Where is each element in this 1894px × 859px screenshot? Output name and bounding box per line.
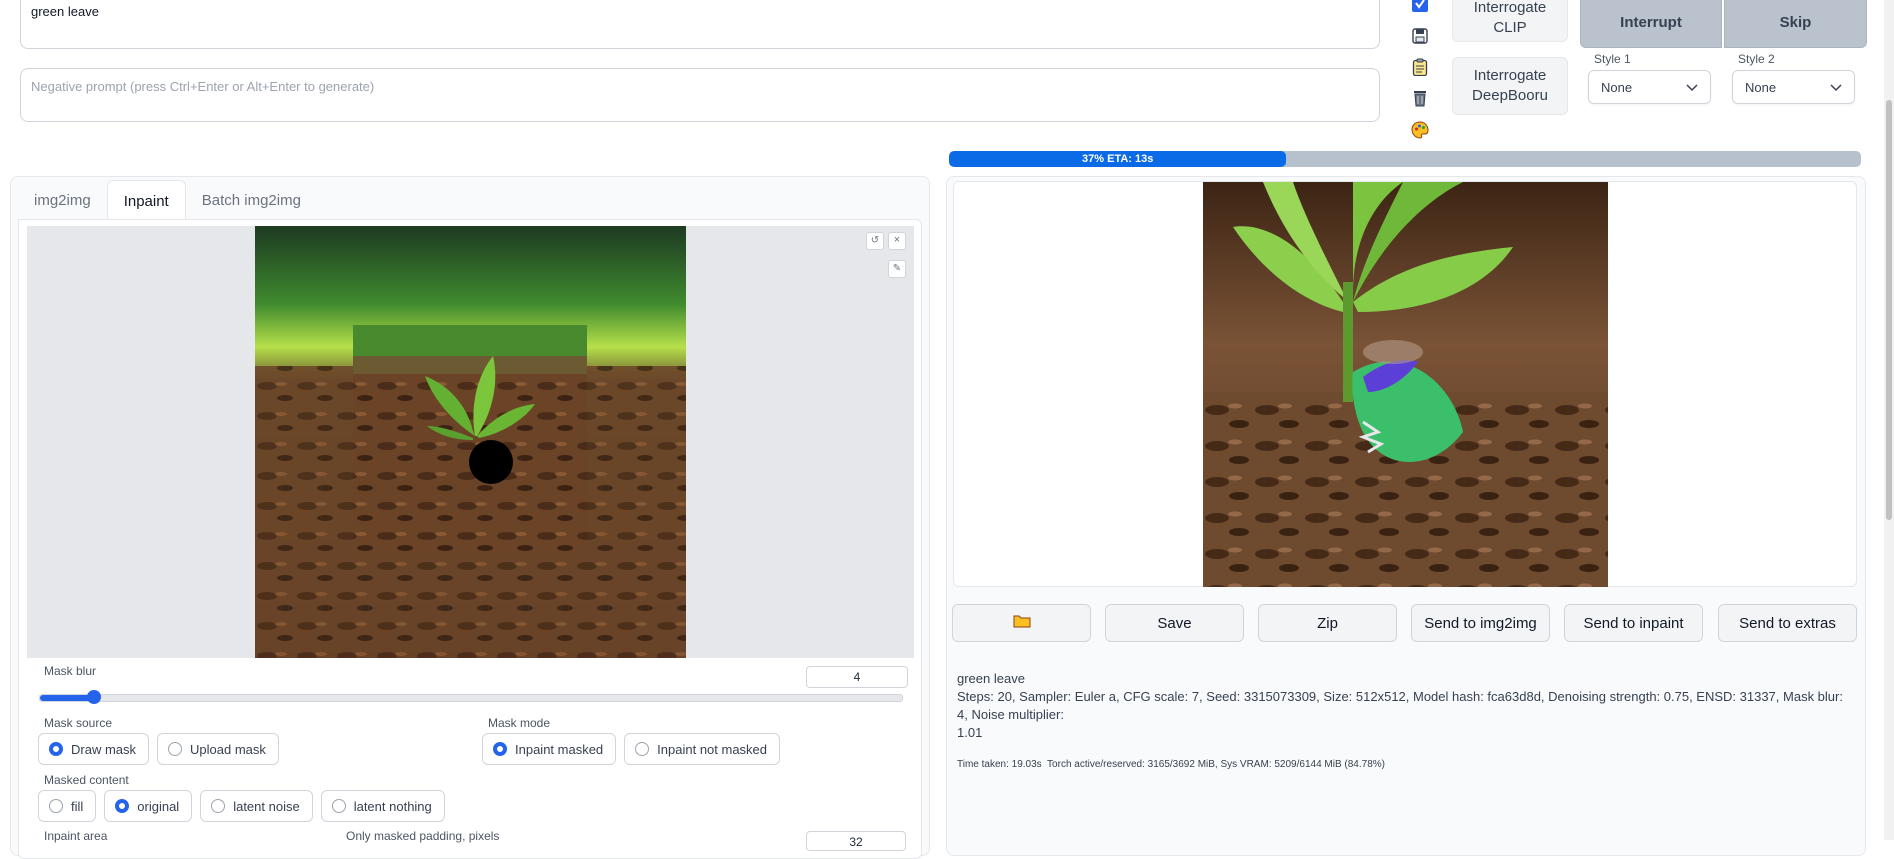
- radio-unchecked-icon: [211, 799, 226, 813]
- mask-blur-slider[interactable]: [39, 690, 903, 704]
- masked-content-original[interactable]: original: [104, 790, 193, 822]
- open-folder-button[interactable]: [952, 604, 1091, 642]
- interrogate-deepbooru-button[interactable]: Interrogate DeepBooru: [1452, 57, 1568, 115]
- clipboard-icon[interactable]: [1408, 55, 1432, 79]
- mask-mode-inpaint-not-masked[interactable]: Inpaint not masked: [624, 733, 781, 765]
- progress-bar: 37% ETA: 13s: [949, 151, 1861, 167]
- send-to-extras-label: Send to extras: [1739, 614, 1836, 632]
- radio-unchecked-icon: [635, 742, 650, 756]
- interrogate-clip-line1: Interrogate: [1473, 0, 1547, 16]
- close-icon[interactable]: ×: [888, 232, 906, 250]
- interrogate-deepbooru-line2: DeepBooru: [1472, 87, 1548, 104]
- tab-batch-img2img[interactable]: Batch img2img: [186, 180, 317, 220]
- zip-button-label: Zip: [1317, 614, 1338, 632]
- style1-value: None: [1601, 79, 1633, 95]
- folder-icon: [1013, 614, 1031, 632]
- interrogate-clip-line2: CLIP: [1493, 19, 1527, 36]
- generation-timing: Time taken: 19.03s Torch active/reserved…: [957, 759, 1385, 770]
- masked-content-latent-nothing[interactable]: latent nothing: [320, 790, 445, 822]
- mask-mode-label: Mask mode: [488, 716, 551, 730]
- inpaint-area-label: Inpaint area: [44, 829, 108, 843]
- tab-bar: img2img Inpaint Batch img2img: [18, 180, 317, 221]
- trash-icon[interactable]: [1408, 86, 1432, 110]
- masked-content-radio-group: fill original latent noise latent nothin…: [38, 790, 445, 822]
- page-scrollbar[interactable]: [1884, 0, 1894, 840]
- tab-img2img[interactable]: img2img: [18, 180, 107, 220]
- progress-text: 37% ETA: 13s: [1082, 153, 1154, 165]
- checkbox-icon[interactable]: [1408, 0, 1432, 14]
- interrogate-clip-button[interactable]: Interrogate CLIP: [1452, 0, 1568, 42]
- mask-source-radio-group: Draw mask Upload mask: [38, 733, 279, 765]
- save-icon[interactable]: [1408, 24, 1432, 48]
- interrupt-button[interactable]: Interrupt: [1580, 0, 1722, 48]
- send-to-inpaint-button[interactable]: Send to inpaint: [1564, 604, 1703, 642]
- prompt-text: green leave: [31, 4, 99, 19]
- style2-select[interactable]: None: [1732, 70, 1855, 104]
- brush-icon[interactable]: ✎: [888, 260, 906, 278]
- mask-source-option-1: Upload mask: [190, 741, 266, 757]
- mask-mode-option-1: Inpaint not masked: [657, 741, 768, 757]
- masked-content-option-3: latent nothing: [353, 798, 432, 814]
- style1-select[interactable]: None: [1588, 70, 1711, 104]
- undo-icon[interactable]: ↺: [866, 232, 884, 250]
- mask-blur-label: Mask blur: [44, 664, 97, 678]
- padding-label: Only masked padding, pixels: [346, 829, 500, 843]
- generation-info-params-line2: 1.01: [957, 725, 983, 740]
- radio-checked-icon: [115, 799, 130, 813]
- radio-checked-icon: [493, 742, 507, 756]
- send-to-inpaint-label: Send to inpaint: [1583, 614, 1684, 632]
- tab-inpaint[interactable]: Inpaint: [106, 180, 186, 221]
- generation-info-prompt: green leave: [957, 671, 1025, 686]
- radio-unchecked-icon: [49, 799, 63, 813]
- palette-icon[interactable]: [1408, 118, 1432, 142]
- masked-content-option-1: original: [137, 798, 180, 814]
- negative-prompt-textarea[interactable]: Negative prompt (press Ctrl+Enter or Alt…: [20, 68, 1380, 122]
- prompt-textarea[interactable]: green leave: [20, 0, 1380, 49]
- mask-mode-option-0: Inpaint masked: [515, 741, 604, 757]
- mask-source-draw-mask[interactable]: Draw mask: [38, 733, 150, 765]
- skip-label: Skip: [1779, 13, 1812, 31]
- masked-content-option-2: latent noise: [233, 798, 300, 814]
- chevron-down-icon: [1686, 80, 1698, 95]
- interrupt-label: Interrupt: [1620, 13, 1682, 31]
- mask-source-label: Mask source: [44, 716, 113, 730]
- masked-content-latent-noise[interactable]: latent noise: [200, 790, 313, 822]
- mask-source-upload-mask[interactable]: Upload mask: [157, 733, 279, 765]
- generation-info-params-line1: Steps: 20, Sampler: Euler a, CFG scale: …: [957, 689, 1843, 722]
- mask-blur-slider-fill: [40, 695, 94, 701]
- send-to-extras-button[interactable]: Send to extras: [1718, 604, 1857, 642]
- masked-content-fill[interactable]: fill: [38, 790, 97, 822]
- style2-label: Style 2: [1738, 52, 1775, 66]
- radio-checked-icon: [49, 742, 63, 756]
- style2-value: None: [1745, 79, 1777, 95]
- page-scrollbar-thumb[interactable]: [1886, 100, 1892, 520]
- save-button[interactable]: Save: [1105, 604, 1244, 642]
- save-button-label: Save: [1157, 614, 1192, 632]
- inpaint-image: [255, 226, 686, 658]
- mask-source-option-0: Draw mask: [71, 741, 137, 757]
- radio-unchecked-icon: [168, 742, 183, 756]
- skip-button[interactable]: Skip: [1724, 0, 1867, 48]
- mask-blur-slider-handle[interactable]: [86, 690, 101, 704]
- output-gallery[interactable]: [953, 181, 1857, 587]
- send-to-img2img-button[interactable]: Send to img2img: [1411, 604, 1550, 642]
- mask-mode-radio-group: Inpaint masked Inpaint not masked: [482, 733, 781, 765]
- send-to-img2img-label: Send to img2img: [1424, 614, 1537, 632]
- mask-blur-group: Mask blur 4: [27, 664, 914, 714]
- padding-number-input[interactable]: 32: [806, 831, 906, 851]
- inpaint-canvas[interactable]: ↺ × ✎: [27, 226, 914, 658]
- negative-prompt-placeholder: Negative prompt (press Ctrl+Enter or Alt…: [31, 79, 375, 94]
- masked-content-label: Masked content: [44, 773, 129, 787]
- mask-mode-inpaint-masked[interactable]: Inpaint masked: [482, 733, 617, 765]
- zip-button[interactable]: Zip: [1258, 604, 1397, 642]
- output-image: [1203, 182, 1608, 587]
- interrogate-deepbooru-line1: Interrogate: [1473, 66, 1547, 84]
- generation-info: green leave Steps: 20, Sampler: Euler a,…: [957, 670, 1857, 742]
- chevron-down-icon: [1830, 80, 1842, 95]
- masked-content-option-0: fill: [71, 798, 84, 814]
- mask-blur-number-input[interactable]: 4: [806, 666, 908, 688]
- style1-label: Style 1: [1594, 52, 1631, 66]
- radio-unchecked-icon: [331, 799, 346, 813]
